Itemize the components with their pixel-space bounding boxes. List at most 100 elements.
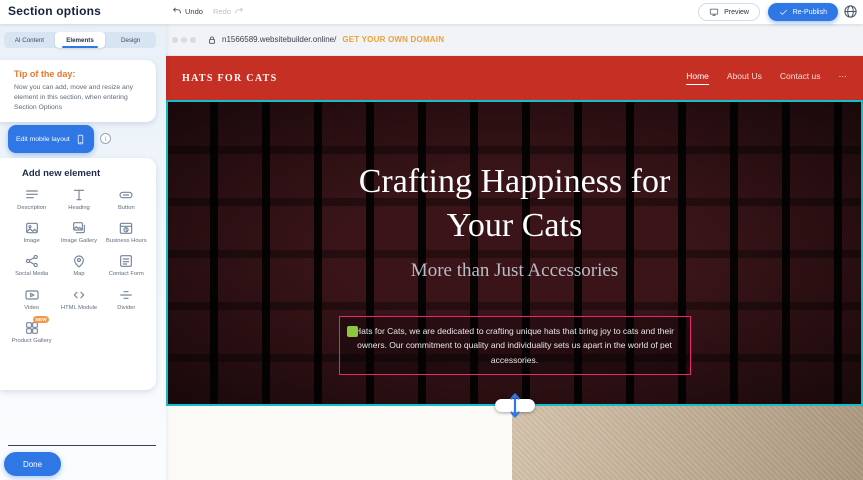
edit-mobile-layout-button[interactable]: Edit mobile layout [8,125,94,153]
info-icon[interactable]: i [100,133,111,144]
tab-label: Design [121,37,140,44]
element-contact-form[interactable]: Contact Form [103,253,150,278]
description-icon [24,187,40,203]
divider-icon [118,287,134,303]
undo-button[interactable]: Undo [172,6,203,16]
element-label: Map [73,271,84,278]
browser-dot [181,37,187,43]
tip-body: Now you can add, move and resize any ele… [14,83,146,114]
element-label: Business Hours [106,238,147,245]
browser-dot [172,37,178,43]
hero-text-element[interactable]: Hats for Cats, we are dedicated to craft… [339,316,691,375]
browser-dot [190,37,196,43]
mobile-phone-icon [75,132,86,147]
element-description[interactable]: Description [8,187,55,212]
undo-label: Undo [185,7,203,16]
nav-more-menu[interactable]: ⋯ [839,71,848,86]
element-button[interactable]: Button [103,187,150,212]
element-image[interactable]: Image [8,220,55,245]
check-icon [779,8,788,17]
section-resize-handle[interactable] [495,399,535,412]
element-image-gallery[interactable]: Image Gallery [55,220,102,245]
tab-ai-content[interactable]: AI Content [4,32,55,48]
nav-home[interactable]: Home [686,71,709,85]
business-hours-icon [118,220,134,236]
element-label: Image [24,238,40,245]
site-url: n1566589.websitebuilder.online/ [222,35,336,44]
monitor-icon [709,7,719,17]
undo-icon [172,6,182,16]
element-label: Description [17,205,46,212]
next-section-image[interactable] [512,406,863,480]
hero-headline-line1: Crafting Happiness for [359,160,671,204]
site-logo[interactable]: HATS FOR CATS [182,73,277,84]
hero-subheadline[interactable]: More than Just Accessories [411,260,618,282]
element-html-module[interactable]: HTML Module [55,287,102,312]
element-business-hours[interactable]: Business Hours [103,220,150,245]
hero-headline[interactable]: Crafting Happiness for Your Cats [359,160,671,247]
element-label: Heading [68,205,90,212]
website-canvas: HATS FOR CATS Home About Us Contact us ⋯… [166,56,863,480]
element-label: Image Gallery [61,238,97,245]
redo-icon [234,6,244,16]
image-icon [24,220,40,236]
map-icon [71,253,87,269]
sidebar: AI Content Elements Design Tip of the da… [0,24,166,480]
video-icon [24,287,40,303]
new-badge: NEW [33,316,49,323]
browser-chrome-bar: n1566589.websitebuilder.online/ GET YOUR… [166,24,863,56]
tab-label: AI Content [15,37,44,44]
next-section-background[interactable] [166,406,512,480]
preview-button[interactable]: Preview [698,3,760,21]
element-heading[interactable]: Heading [55,187,102,212]
add-new-element-panel: Add new element Description Heading Butt… [0,158,156,390]
heading-icon [71,187,87,203]
sidebar-divider [8,445,156,446]
element-video[interactable]: Video [8,287,55,312]
element-label: Contact Form [109,271,144,278]
ai-write-icon[interactable] [347,326,358,337]
sidebar-tabs: AI Content Elements Design [4,32,156,48]
tip-of-the-day-card: Tip of the day: Now you can add, move an… [0,60,156,122]
site-nav: Home About Us Contact us ⋯ [686,71,847,86]
topbar: Section options Undo Redo Preview Re-Pub… [0,0,863,24]
social-media-icon [24,253,40,269]
get-domain-link[interactable]: GET YOUR OWN DOMAIN [342,35,444,44]
redo-label: Redo [213,7,231,16]
tip-title: Tip of the day: [14,69,146,79]
tab-design[interactable]: Design [105,32,156,48]
lock-icon [207,35,217,45]
element-label: Video [24,305,39,312]
image-gallery-icon [71,220,87,236]
republish-button[interactable]: Re-Publish [768,3,838,21]
element-divider[interactable]: Divider [103,287,150,312]
preview-label: Preview [724,9,749,16]
button-icon [118,187,134,203]
language-globe-button[interactable] [843,4,858,19]
republish-label: Re-Publish [793,9,827,16]
edit-mobile-label: Edit mobile layout [16,136,70,143]
page-title: Section options [8,4,101,18]
html-module-icon [71,287,87,303]
resize-arrows-icon [509,393,521,418]
hero-section[interactable]: Crafting Happiness for Your Cats More th… [166,100,863,406]
tab-elements[interactable]: Elements [55,32,106,48]
element-label: HTML Module [61,305,97,312]
tab-label: Elements [66,37,94,44]
nav-about-us[interactable]: About Us [727,71,762,85]
nav-contact-us[interactable]: Contact us [780,71,821,85]
add-new-element-title: Add new element [22,168,150,179]
done-label: Done [23,460,42,469]
redo-button[interactable]: Redo [213,6,244,16]
element-product-gallery[interactable]: NEW Product Gallery [8,320,55,345]
element-grid: Description Heading Button Image Image G… [8,187,150,345]
element-label: Product Gallery [12,338,52,345]
hero-body-text: Hats for Cats, we are dedicated to craft… [355,326,674,365]
done-button[interactable]: Done [4,452,61,476]
hero-headline-line2: Your Cats [359,204,671,248]
element-map[interactable]: Map [55,253,102,278]
contact-form-icon [118,253,134,269]
element-label: Social Media [15,271,48,278]
element-label: Divider [117,305,135,312]
element-social-media[interactable]: Social Media [8,253,55,278]
